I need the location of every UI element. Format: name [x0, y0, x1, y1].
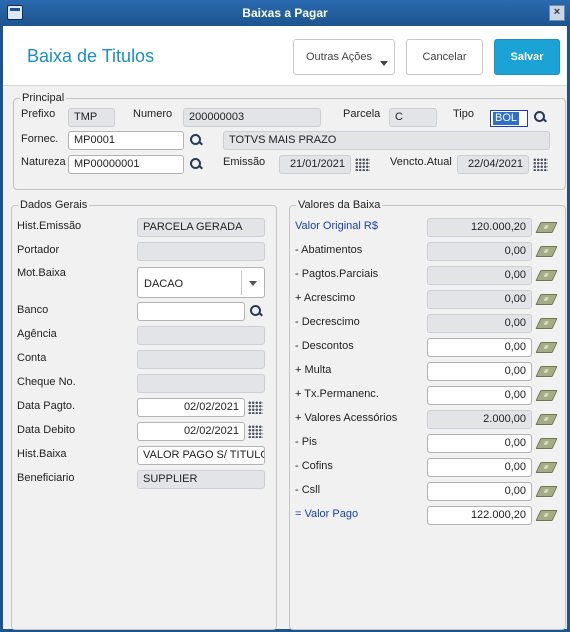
parcela-label: Parcela	[343, 108, 381, 120]
tipo-value: BOL	[493, 112, 520, 125]
caret-down-icon	[380, 61, 388, 66]
natureza-label: Natureza	[21, 156, 66, 168]
hist-baixa-field[interactable]: VALOR PAGO S/ TITULO	[137, 446, 265, 465]
window-title: Baixas a Pagar	[242, 6, 328, 20]
principal-legend: Principal	[20, 92, 67, 104]
chevron-down-icon	[249, 281, 257, 286]
valores-item-field[interactable]: 120.000,20	[427, 218, 532, 237]
save-button[interactable]: Salvar	[494, 39, 560, 75]
beneficiario-label: Beneficiario	[17, 472, 75, 484]
data-pagto-field[interactable]: 02/02/2021	[137, 398, 245, 417]
banco-search-icon[interactable]	[249, 304, 263, 318]
valores-item-label: - Pis	[295, 436, 317, 448]
close-window-button[interactable]: ×	[549, 5, 565, 21]
tipo-field[interactable]: BOL	[490, 110, 528, 127]
fornec-nome-field[interactable]: TOTVS MAIS PRAZO	[223, 131, 550, 150]
fornec-field[interactable]: MP0001	[68, 131, 184, 150]
natureza-field[interactable]: MP00000001	[68, 155, 184, 174]
page-header: Baixa de Titulos Outras Ações Cancelar S…	[3, 26, 567, 86]
beneficiario-field[interactable]: SUPPLIER	[137, 470, 265, 489]
emissao-calendar-icon[interactable]	[355, 158, 370, 171]
hist-baixa-label: Hist.Baixa	[17, 448, 67, 460]
mot-baixa-value: DACAO	[144, 278, 184, 290]
valores-item-field[interactable]: 0,00	[427, 266, 532, 285]
valores-item-label: + Multa	[295, 364, 332, 376]
valores-item-label: + Acrescimo	[295, 292, 356, 304]
cheque-field[interactable]	[137, 374, 265, 393]
conta-label: Conta	[17, 352, 47, 364]
numero-field[interactable]: 200000003	[183, 108, 321, 127]
valores-item-label: - Cofins	[295, 460, 333, 472]
hist-emissao-field[interactable]: PARCELA GERADA	[137, 218, 265, 237]
valores-item-field[interactable]: 122.000,20	[427, 506, 532, 525]
data-pagto-label: Data Pagto.	[17, 400, 76, 412]
emissao-label: Emissão	[223, 156, 266, 168]
valores-item-field[interactable]: 0,00	[427, 362, 532, 381]
valores-item-label: - Csll	[295, 484, 321, 496]
data-pagto-calendar-icon[interactable]	[248, 401, 263, 414]
other-actions-label: Outras Ações	[306, 51, 373, 63]
valores-baixa-legend: Valores da Baixa	[296, 199, 383, 211]
valores-item-field[interactable]: 0,00	[427, 290, 532, 309]
valores-item-label: - Pagtos.Parciais	[295, 268, 379, 280]
valores-item-label: + Tx.Permanenc.	[295, 388, 379, 400]
portador-label: Portador	[17, 244, 60, 256]
prefixo-field[interactable]: TMP	[68, 108, 115, 127]
valores-item-label: + Valores Acessórios	[295, 412, 398, 424]
valores-item-field[interactable]: 0,00	[427, 458, 532, 477]
valores-item-label: Valor Original R$	[295, 220, 378, 232]
valores-item-field[interactable]: 0,00	[427, 386, 532, 405]
fornec-label: Fornec.	[21, 133, 59, 145]
valores-item-label: = Valor Pago	[295, 508, 359, 520]
page-title: Baixa de Titulos	[27, 46, 155, 66]
dropdown-divider	[241, 271, 242, 295]
tipo-search-icon[interactable]	[533, 110, 547, 124]
window-titlebar: Baixas a Pagar ×	[0, 0, 570, 26]
valores-item-field[interactable]: 0,00	[427, 338, 532, 357]
valores-item-field[interactable]: 0,00	[427, 314, 532, 333]
prefixo-label: Prefixo	[21, 108, 56, 120]
conta-field[interactable]	[137, 350, 265, 369]
data-debito-field[interactable]: 02/02/2021	[137, 422, 245, 441]
tipo-label: Tipo	[453, 108, 474, 120]
vencto-label: Vencto.Atual	[390, 156, 452, 168]
valores-item-field[interactable]: 2.000,00	[427, 410, 532, 429]
data-debito-calendar-icon[interactable]	[248, 425, 263, 438]
agencia-label: Agência	[17, 328, 57, 340]
portador-field[interactable]	[137, 242, 265, 261]
valores-item-label: - Abatimentos	[295, 244, 363, 256]
agencia-field[interactable]	[137, 326, 265, 345]
banco-field[interactable]	[137, 302, 245, 321]
vencto-calendar-icon[interactable]	[533, 158, 548, 171]
banco-label: Banco	[17, 304, 49, 316]
cheque-label: Cheque No.	[17, 376, 76, 388]
emissao-field[interactable]: 21/01/2021	[279, 155, 351, 174]
hist-emissao-label: Hist.Emissão	[17, 220, 82, 232]
valores-item-field[interactable]: 0,00	[427, 242, 532, 261]
dados-gerais-legend: Dados Gerais	[18, 199, 90, 211]
parcela-field[interactable]: C	[389, 108, 437, 127]
valores-item-label: - Decrescimo	[295, 316, 360, 328]
numero-label: Numero	[133, 108, 173, 120]
fornec-search-icon[interactable]	[189, 133, 203, 147]
other-actions-button[interactable]: Outras Ações	[293, 39, 395, 75]
natureza-search-icon[interactable]	[189, 157, 203, 171]
valores-item-label: - Descontos	[295, 340, 354, 352]
valores-item-field[interactable]: 0,00	[427, 482, 532, 501]
mot-baixa-select[interactable]: DACAO	[137, 267, 265, 298]
data-debito-label: Data Debito	[17, 424, 76, 436]
cancel-button[interactable]: Cancelar	[406, 39, 483, 75]
vencto-field[interactable]: 22/04/2021	[457, 155, 529, 174]
valores-item-field[interactable]: 0,00	[427, 434, 532, 453]
mot-baixa-label: Mot.Baixa	[17, 267, 66, 279]
